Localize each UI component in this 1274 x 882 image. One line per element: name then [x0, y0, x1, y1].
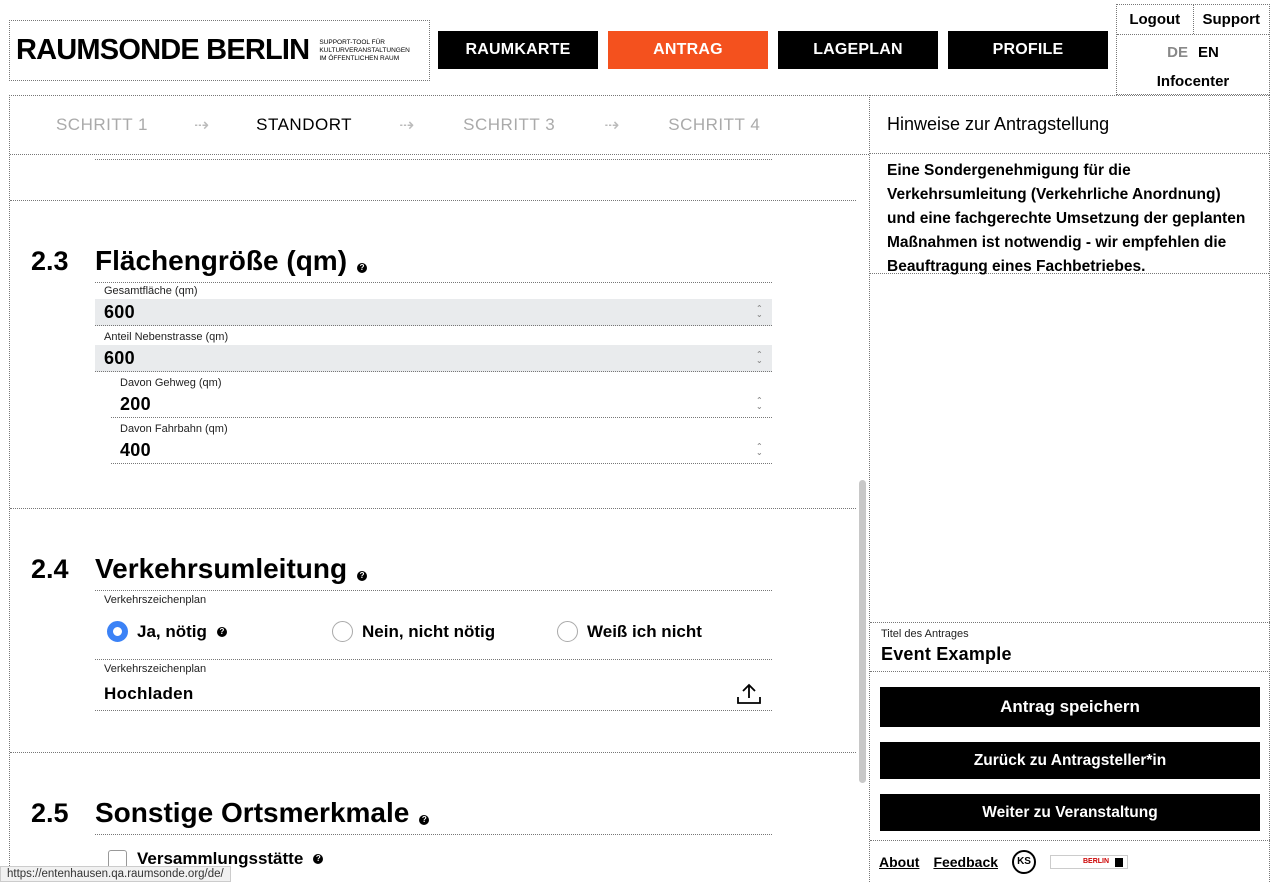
logo-subtitle: SUPPORT-TOOL FÜR KULTURVERANSTALTUNGEN I… — [319, 38, 410, 62]
field-value: 200 — [120, 393, 151, 414]
fahrbahn-input[interactable]: 400 ⌃ ⌄ — [111, 437, 772, 464]
nav-raumkarte[interactable]: RAUMKARTE — [438, 31, 598, 69]
field-value: 400 — [120, 439, 151, 460]
step-indicator: SCHRITT 1 ⇢ STANDORT ⇢ SCHRITT 3 ⇢ SCHRI… — [10, 96, 869, 155]
help-icon[interactable]: ? — [216, 626, 227, 637]
radio-label: Nein, nicht nötig — [362, 621, 496, 641]
section-number: 2.5 — [31, 798, 69, 828]
nav-lageplan[interactable]: LAGEPLAN — [778, 31, 938, 69]
radio-ja-noetig[interactable]: Ja, nötig ? — [107, 621, 227, 642]
step-3[interactable]: SCHRITT 3 — [414, 115, 604, 135]
help-icon[interactable]: ? — [419, 815, 430, 825]
field-value: 600 — [104, 347, 135, 368]
gehweg-field: Davon Gehweg (qm) 200 ⌃ ⌄ — [111, 375, 772, 418]
section-title: Flächengröße (qm) — [95, 245, 348, 276]
lang-de[interactable]: DE — [1167, 44, 1188, 61]
section-flaechengroesse: 2.3 Flächengröße (qm) ? Gesamtfläche (qm… — [10, 200, 856, 508]
upload-icon[interactable] — [735, 682, 763, 706]
section-ortsmerkmale: 2.5 Sonstige Ortsmerkmale ? Versammlungs… — [10, 752, 856, 882]
field-label: Davon Fahrbahn (qm) — [120, 423, 228, 435]
field-value: 600 — [104, 301, 135, 322]
radio-nein-nicht-noetig[interactable]: Nein, nicht nötig — [332, 621, 495, 642]
info-sidebar: Hinweise zur Antragstellung Eine Sonderg… — [870, 95, 1270, 882]
divider — [95, 834, 772, 835]
field-label: Davon Gehweg (qm) — [120, 377, 222, 389]
infocenter-link[interactable]: Infocenter — [1117, 73, 1269, 90]
stepper-icon[interactable]: ⌃ ⌄ — [756, 397, 763, 411]
upload-field: Verkehrszeichenplan Hochladen — [95, 661, 772, 711]
gesamtflaeche-field: Gesamtfläche (qm) 600 ⌃ ⌄ — [95, 283, 772, 326]
radio-checked-icon[interactable] — [107, 621, 128, 642]
about-link[interactable]: About — [879, 854, 919, 870]
radio-weiss-nicht[interactable]: Weiß ich nicht — [557, 621, 702, 642]
nebenstrasse-input[interactable]: 600 ⌃ ⌄ — [95, 345, 772, 372]
step-standort[interactable]: STANDORT — [209, 115, 399, 135]
logo[interactable]: RAUMSONDE BERLIN SUPPORT-TOOL FÜR KULTUR… — [9, 20, 430, 81]
field-label: Anteil Nebenstrasse (qm) — [104, 331, 229, 343]
section-title: Verkehrsumleitung — [95, 553, 348, 584]
title-label: Titel des Antrages — [881, 628, 969, 640]
upload-text: Hochladen — [104, 683, 194, 703]
save-button[interactable]: Antrag speichern — [880, 687, 1260, 727]
footer: About Feedback KS BERLIN — [870, 840, 1270, 882]
radio-unchecked-icon[interactable] — [557, 621, 578, 642]
radio-unchecked-icon[interactable] — [332, 621, 353, 642]
gesamtflaeche-input[interactable]: 600 ⌃ ⌄ — [95, 299, 772, 326]
application-title: Titel des Antrages Event Example — [870, 622, 1270, 672]
divider — [95, 659, 772, 660]
scrollbar-thumb[interactable] — [859, 480, 866, 783]
nav-antrag[interactable]: ANTRAG — [608, 31, 768, 69]
account-links: Logout Support DE EN Infocenter — [1116, 4, 1270, 95]
section-title: Sonstige Ortsmerkmale — [95, 797, 410, 828]
stepper-icon[interactable]: ⌃ ⌄ — [756, 305, 763, 319]
logo-title: RAUMSONDE BERLIN — [16, 34, 310, 66]
nav-profile[interactable]: PROFILE — [948, 31, 1108, 69]
help-icon[interactable]: ? — [313, 854, 324, 864]
arrow-right-icon: ⇢ — [194, 114, 210, 135]
radio-label: Ja, nötig — [137, 621, 207, 641]
gehweg-input[interactable]: 200 ⌃ ⌄ — [111, 391, 772, 418]
step-1[interactable]: SCHRITT 1 — [10, 115, 194, 135]
back-button[interactable]: Zurück zu Antragsteller*in — [880, 742, 1260, 779]
form-scroll-area[interactable]: 2.3 Flächengröße (qm) ? Gesamtfläche (qm… — [10, 156, 856, 882]
language-switch: DE EN — [1117, 44, 1269, 61]
arrow-right-icon: ⇢ — [399, 114, 415, 135]
field-label: Gesamtfläche (qm) — [104, 285, 198, 297]
help-icon[interactable]: ? — [357, 571, 368, 581]
section-number: 2.3 — [31, 246, 69, 276]
nebenstrasse-field: Anteil Nebenstrasse (qm) 600 ⌃ ⌄ — [95, 329, 772, 372]
section-number: 2.4 — [31, 554, 69, 584]
section-verkehrsumleitung: 2.4 Verkehrsumleitung ? Verkehrszeichenp… — [10, 508, 856, 752]
arrow-right-icon: ⇢ — [604, 114, 620, 135]
title-value: Event Example — [881, 644, 1012, 664]
upload-button[interactable]: Hochladen — [95, 677, 772, 711]
stepper-icon[interactable]: ⌃ ⌄ — [756, 443, 763, 457]
hint-heading: Hinweise zur Antragstellung — [870, 95, 1269, 154]
help-icon[interactable]: ? — [357, 263, 368, 273]
divider — [95, 590, 772, 591]
berlin-logo[interactable]: BERLIN — [1050, 854, 1129, 869]
field-label: Verkehrszeichenplan — [104, 663, 207, 675]
stepper-icon[interactable]: ⌃ ⌄ — [756, 351, 763, 365]
radio-label: Weiß ich nicht — [587, 621, 702, 641]
form-column: SCHRITT 1 ⇢ STANDORT ⇢ SCHRITT 3 ⇢ SCHRI… — [9, 95, 870, 882]
support-link[interactable]: Support — [1194, 5, 1270, 34]
divider — [95, 159, 772, 160]
logout-link[interactable]: Logout — [1117, 5, 1194, 34]
browser-status-bar: https://entenhausen.qa.raumsonde.org/de/ — [0, 866, 231, 882]
next-button[interactable]: Weiter zu Veranstaltung — [880, 794, 1260, 831]
lang-en[interactable]: EN — [1198, 44, 1219, 61]
fahrbahn-field: Davon Fahrbahn (qm) 400 ⌃ ⌄ — [111, 421, 772, 464]
step-4[interactable]: SCHRITT 4 — [619, 115, 809, 135]
hint-text: Eine Sondergenehmigung für die Verkehrsu… — [870, 154, 1269, 275]
ks-logo[interactable]: KS — [1012, 849, 1037, 874]
radio-group-label: Verkehrszeichenplan — [104, 594, 207, 606]
feedback-link[interactable]: Feedback — [933, 854, 998, 870]
